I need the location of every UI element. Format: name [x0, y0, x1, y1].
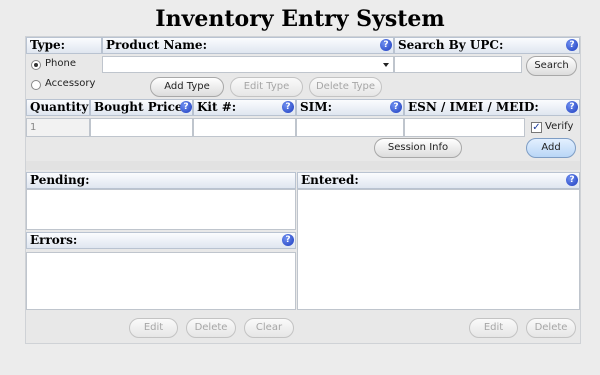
help-icon[interactable]: ? — [566, 39, 578, 51]
section-divider — [26, 161, 580, 170]
errors-list — [26, 252, 296, 310]
help-icon[interactable]: ? — [380, 39, 392, 51]
pending-header: Pending: — [26, 172, 296, 189]
help-icon[interactable]: ? — [180, 101, 192, 113]
accessory-radio-label[interactable]: Accessory — [45, 78, 95, 89]
help-icon[interactable]: ? — [566, 101, 578, 113]
esn-imei-meid-input[interactable] — [404, 118, 525, 137]
quantity-value: 1 — [30, 122, 37, 133]
product-name-select[interactable] — [102, 56, 394, 73]
product-name-label: Product Name: — [106, 38, 207, 52]
bought-price-header: Bought Price: ? — [90, 99, 193, 116]
entered-header-label: Entered: — [301, 173, 359, 187]
help-icon[interactable]: ? — [282, 101, 294, 113]
pending-edit-button[interactable]: Edit — [129, 318, 178, 338]
quantity-header-label: Quantity: — [30, 100, 90, 114]
bought-price-label: Bought Price: — [94, 100, 187, 114]
quantity-header: Quantity: — [26, 99, 90, 116]
product-name-header: Product Name: ? — [102, 37, 394, 54]
pending-clear-button[interactable]: Clear — [244, 318, 294, 338]
bought-price-input[interactable] — [90, 118, 193, 137]
type-header-label: Type: — [30, 38, 66, 52]
pending-delete-button[interactable]: Delete — [186, 318, 236, 338]
upc-header-label: Search By UPC: — [398, 38, 504, 52]
help-icon[interactable]: ? — [282, 234, 294, 246]
add-button[interactable]: Add — [526, 138, 576, 158]
kit-header-label: Kit #: — [197, 100, 237, 114]
search-button[interactable]: Search — [526, 56, 577, 76]
verify-label[interactable]: Verify — [545, 121, 573, 132]
entered-delete-button[interactable]: Delete — [526, 318, 576, 338]
esn-header-label: ESN / IMEI / MEID: — [408, 100, 539, 114]
entered-list[interactable] — [297, 189, 580, 310]
verify-checkbox[interactable]: ✓ — [531, 122, 542, 133]
type-header: Type: — [26, 37, 102, 54]
sim-header: SIM: ? — [296, 99, 404, 116]
upc-header: Search By UPC: ? — [394, 37, 580, 54]
sim-input[interactable] — [296, 118, 404, 137]
page-title: Inventory Entry System — [155, 6, 445, 32]
phone-radio-label[interactable]: Phone — [45, 58, 76, 69]
kit-number-input[interactable] — [193, 118, 296, 137]
upc-search-input[interactable] — [394, 56, 522, 73]
pending-list[interactable] — [26, 189, 296, 230]
errors-header: Errors: ? — [26, 232, 296, 249]
phone-radio[interactable] — [31, 60, 41, 70]
session-info-button[interactable]: Session Info — [374, 138, 462, 158]
chevron-down-icon — [383, 63, 389, 67]
quantity-input[interactable]: 1 — [26, 118, 90, 137]
esn-header: ESN / IMEI / MEID: ? — [404, 99, 580, 116]
errors-header-label: Errors: — [30, 233, 78, 247]
pending-header-label: Pending: — [30, 173, 90, 187]
add-type-button[interactable]: Add Type — [150, 77, 224, 97]
sim-header-label: SIM: — [300, 100, 332, 114]
help-icon[interactable]: ? — [566, 174, 578, 186]
edit-type-button[interactable]: Edit Type — [230, 77, 303, 97]
delete-type-button[interactable]: Delete Type — [309, 77, 382, 97]
help-icon[interactable]: ? — [390, 101, 402, 113]
kit-header: Kit #: ? — [193, 99, 296, 116]
entered-header: Entered: ? — [297, 172, 580, 189]
accessory-radio[interactable] — [31, 80, 41, 90]
entered-edit-button[interactable]: Edit — [469, 318, 518, 338]
